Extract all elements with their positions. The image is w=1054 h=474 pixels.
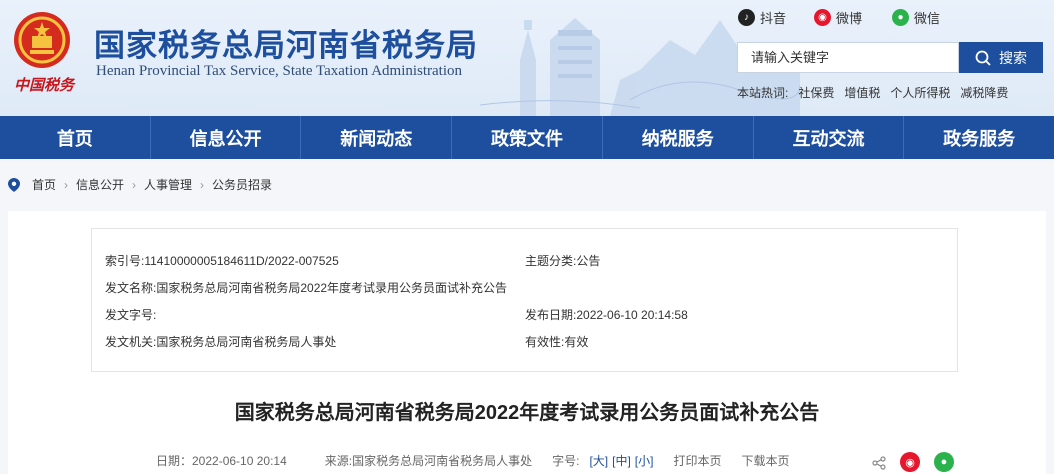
douyin-icon: ♪ <box>738 9 755 26</box>
breadcrumb: 首页 › 信息公开 › 人事管理 › 公务员招录 <box>8 176 272 193</box>
download-button[interactable]: 下载本页 <box>741 452 789 469</box>
hot-words-label: 本站热词: <box>737 86 789 100</box>
hot-word-link[interactable]: 社保费 <box>798 84 834 101</box>
social-wechat-label: 微信 <box>914 11 941 26</box>
meta-value: 公告 <box>576 254 601 268</box>
meta-topic: 主题分类:公告 <box>525 252 600 269</box>
breadcrumb-separator-icon: › <box>132 177 137 192</box>
breadcrumb-link-recruit[interactable]: 公务员招录 <box>212 176 272 193</box>
font-size-large-button[interactable]: [大] <box>589 452 608 469</box>
meta-value: 国家税务总局河南省税务局人事处 <box>156 335 337 349</box>
nav-item-info-disclosure[interactable]: 信息公开 <box>151 116 302 159</box>
meta-label: 发布日期: <box>525 308 577 322</box>
site-header: 中国税务 国家税务总局河南省税务局 Henan Provincial Tax S… <box>0 0 1054 116</box>
article-source: 来源:国家税务总局河南省税务局人事处 <box>324 454 533 468</box>
social-wechat[interactable]: ● 微信 <box>892 8 940 27</box>
search-icon <box>975 50 991 66</box>
meta-value: 有效 <box>564 335 589 349</box>
share-wechat-icon[interactable]: ● <box>934 452 954 472</box>
meta-label: 主题分类: <box>525 254 577 268</box>
nav-item-news[interactable]: 新闻动态 <box>301 116 453 159</box>
search-button[interactable]: 搜索 <box>959 42 1043 73</box>
meta-name: 发文名称:国家税务总局河南省税务局2022年度考试录用公务员面试补充公告 <box>105 279 507 296</box>
social-douyin[interactable]: ♪ 抖音 <box>738 8 786 27</box>
share-weibo-icon[interactable]: ◉ <box>900 452 920 472</box>
nav-item-gov-service[interactable]: 政务服务 <box>904 116 1054 159</box>
meta-value: 2022-06-10 20:14:58 <box>576 308 688 322</box>
meta-label: 发文机关: <box>105 335 157 349</box>
location-pin-icon <box>8 177 20 192</box>
national-emblem-icon <box>14 12 70 68</box>
china-tax-logo-text: 中国税务 <box>14 76 75 94</box>
site-subtitle: Henan Provincial Tax Service, State Taxa… <box>96 63 463 79</box>
breadcrumb-separator-icon: › <box>200 177 205 192</box>
font-size-label: 字号: <box>552 454 580 468</box>
meta-index: 索引号:11410000005184611D/2022-007525 <box>105 252 339 269</box>
meta-org: 发文机关:国家税务总局河南省税务局人事处 <box>105 333 336 350</box>
share-icon[interactable] <box>872 456 886 470</box>
social-douyin-label: 抖音 <box>760 11 787 26</box>
article-info-bar: 日期：2022-06-10 20:14 来源:国家税务总局河南省税务局人事处 字… <box>156 452 789 469</box>
nav-item-policy[interactable]: 政策文件 <box>452 116 603 159</box>
meta-value: 国家税务总局河南省税务局2022年度考试录用公务员面试补充公告 <box>156 281 508 295</box>
article-title: 国家税务总局河南省税务局2022年度考试录用公务员面试补充公告 <box>234 402 820 424</box>
font-size-small-button[interactable]: [小] <box>635 452 654 469</box>
nav-item-home[interactable]: 首页 <box>0 116 151 159</box>
hot-word-link[interactable]: 个人所得税 <box>890 84 950 101</box>
meta-label: 索引号: <box>105 254 145 268</box>
meta-date: 发布日期:2022-06-10 20:14:58 <box>525 306 688 323</box>
site-title[interactable]: 国家税务总局河南省税务局 <box>94 20 478 65</box>
nav-item-interaction[interactable]: 互动交流 <box>754 116 905 159</box>
search-button-label: 搜索 <box>999 49 1027 66</box>
main-nav: 首页 信息公开 新闻动态 政策文件 纳税服务 互动交流 政务服务 <box>0 116 1054 159</box>
nav-item-tax-service[interactable]: 纳税服务 <box>603 116 754 159</box>
search-input[interactable]: 请输入关键字 <box>737 42 959 73</box>
breadcrumb-separator-icon: › <box>64 177 69 192</box>
breadcrumb-link-home[interactable]: 首页 <box>32 176 56 193</box>
breadcrumb-link-hr[interactable]: 人事管理 <box>144 176 192 193</box>
font-size-medium-button[interactable]: [中] <box>612 452 631 469</box>
meta-value: 11410000005184611D/2022-007525 <box>144 254 339 268</box>
social-weibo-label: 微博 <box>836 11 863 26</box>
wechat-icon: ● <box>892 9 909 26</box>
hot-word-link[interactable]: 减税降费 <box>960 84 1008 101</box>
weibo-icon: ◉ <box>814 9 831 26</box>
hot-word-link[interactable]: 增值税 <box>844 84 880 101</box>
social-weibo[interactable]: ◉ 微博 <box>814 8 862 27</box>
meta-valid: 有效性:有效 <box>525 333 588 350</box>
meta-docno: 发文字号: <box>105 306 156 323</box>
article-date: 日期：2022-06-10 20:14 <box>156 454 287 468</box>
meta-label: 发文名称: <box>105 281 157 295</box>
meta-label: 有效性: <box>525 335 565 349</box>
hot-words: 本站热词: 社保费 增值税 个人所得税 减税降费 <box>737 84 1008 101</box>
document-meta-table: 索引号:11410000005184611D/2022-007525 主题分类:… <box>91 228 958 372</box>
meta-label: 发文字号: <box>105 308 157 322</box>
breadcrumb-link-info[interactable]: 信息公开 <box>76 176 124 193</box>
print-button[interactable]: 打印本页 <box>673 452 721 469</box>
